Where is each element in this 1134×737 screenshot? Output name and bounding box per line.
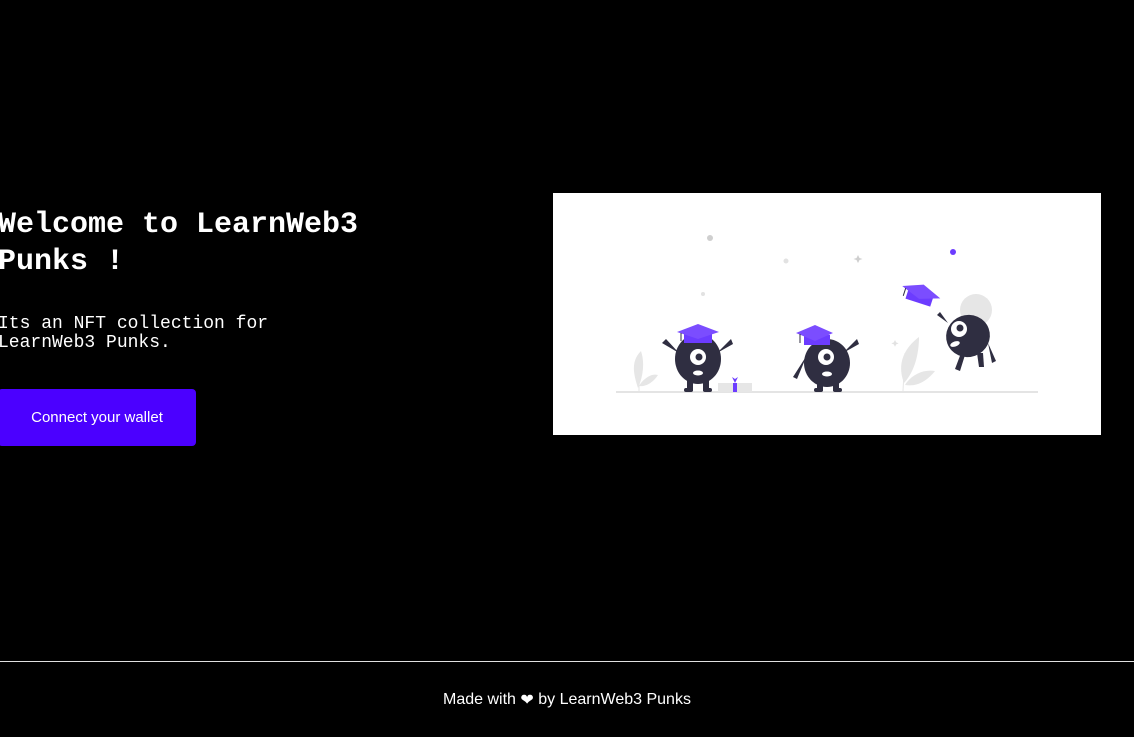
page-title: Welcome to LearnWeb3 Punks !: [0, 208, 359, 279]
connect-wallet-button[interactable]: Connect your wallet: [0, 389, 196, 446]
monster-middle: [793, 325, 859, 392]
main-section: Welcome to LearnWeb3 Punks ! Its an NFT …: [0, 0, 1134, 661]
hero-illustration: [553, 193, 1101, 435]
footer: Made with ❤ by LearnWeb3 Punks: [0, 661, 1134, 737]
page-description: Its an NFT collection for LearnWeb3 Punk…: [0, 314, 269, 353]
footer-prefix: Made with: [443, 690, 521, 708]
heart-icon: ❤: [520, 691, 534, 709]
hero-text-block: Welcome to LearnWeb3 Punks ! Its an NFT …: [0, 207, 418, 353]
monster-left: [662, 324, 733, 392]
footer-suffix: by LearnWeb3 Punks: [533, 690, 691, 708]
graduation-monsters-illustration-icon: [616, 235, 1038, 393]
